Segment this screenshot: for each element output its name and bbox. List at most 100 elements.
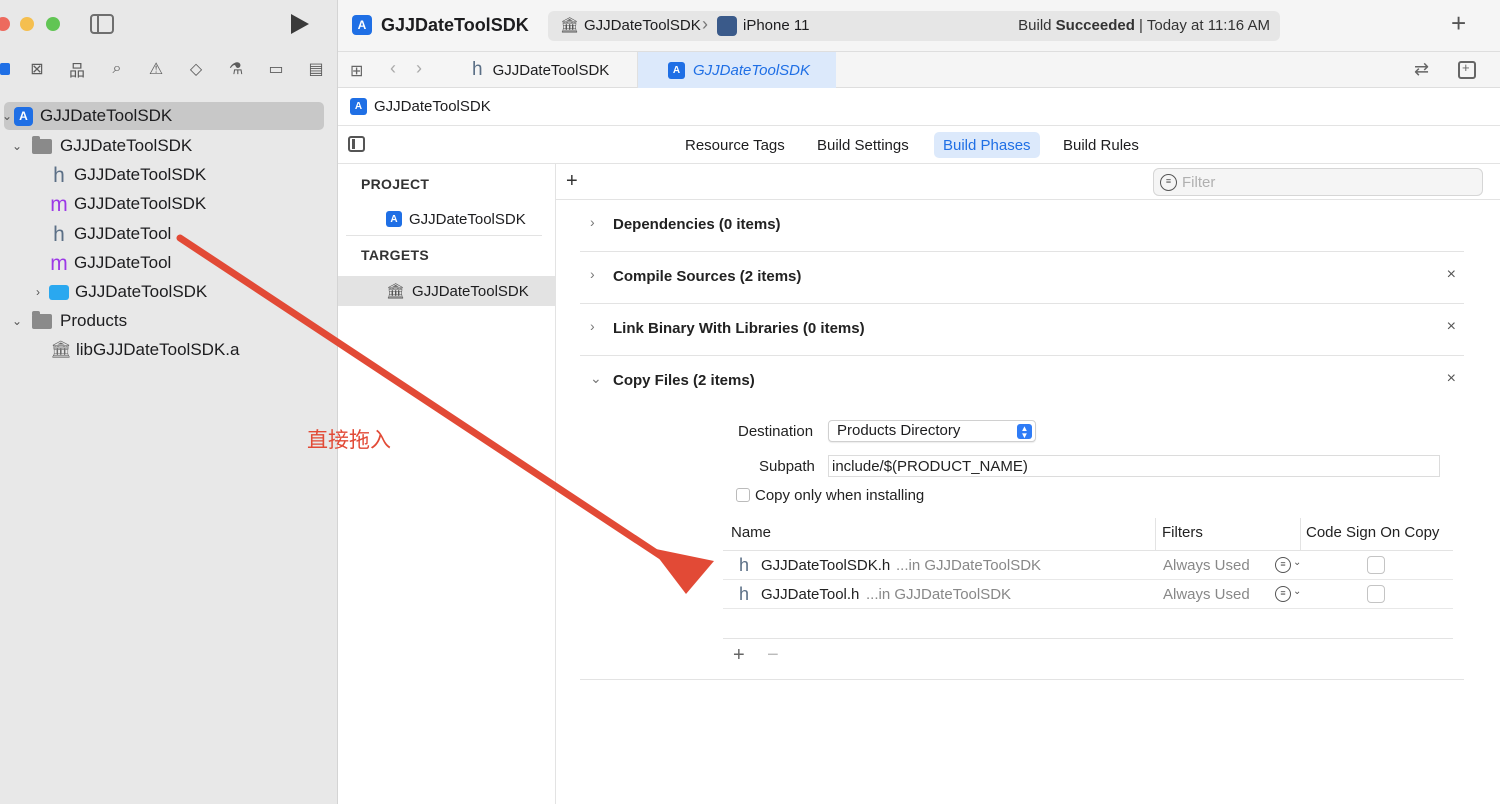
destination-value: Products Directory [837,422,961,439]
close-icon[interactable]: × [1447,266,1456,284]
close-icon[interactable]: × [1447,370,1456,388]
column-separator [1155,518,1156,550]
tree-item-file[interactable]: m GJJDateTool [50,249,171,277]
source-control-icon[interactable]: ⊠ [26,58,48,80]
tab-build-rules[interactable]: Build Rules [1054,132,1148,158]
window-toolbar: A GJJDateToolSDK 🏛 GJJDateToolSDK › iPho… [338,0,1500,52]
table-row[interactable]: h GJJDateToolSDK.h ...in GJJDateToolSDK … [723,551,1453,580]
tab-project[interactable]: A GJJDateToolSDK [638,52,836,88]
build-status-result: Succeeded [1055,17,1135,34]
tree-item-group[interactable]: ⌄ GJJDateToolSDK [10,132,192,160]
remove-file-button[interactable]: − [767,644,779,667]
tree-item-label: GJJDateTool [74,253,172,272]
copy-only-when-installing-checkbox[interactable] [736,488,750,502]
phases-toolbar: + ≡ [556,164,1500,200]
chevron-right-icon: › [702,14,708,34]
phase-link-binary[interactable]: › Link Binary With Libraries (0 items) × [580,304,1464,356]
file-filters: Always Used [1163,586,1250,603]
app-project-icon: A [352,15,372,35]
implementation-file-icon: m [50,192,68,216]
chevron-down-icon[interactable]: ⌄ [0,109,14,123]
minimize-window-button[interactable] [20,17,34,31]
tree-item-label: GJJDateToolSDK [74,165,207,184]
filter-menu-icon[interactable]: ≡ [1275,557,1291,573]
tree-item-file[interactable]: h GJJDateToolSDK [50,161,206,189]
simulator-icon [717,16,737,36]
phase-compile-sources[interactable]: › Compile Sources (2 items) × [580,252,1464,304]
hide-targets-panel-icon[interactable] [348,136,365,152]
add-file-button[interactable]: + [733,644,745,667]
chevron-down-icon[interactable]: ⌄ [10,314,24,328]
zoom-window-button[interactable] [46,17,60,31]
folder-navigator-icon[interactable] [0,58,16,80]
add-build-phase-button[interactable]: + [566,170,578,193]
column-header-name[interactable]: Name [731,524,771,541]
chevron-right-icon[interactable]: › [590,266,595,282]
chevron-right-icon[interactable]: › [31,285,45,299]
tab-header-file[interactable]: h GJJDateToolSDK [458,52,638,88]
code-sign-checkbox[interactable] [1367,585,1385,603]
jump-bar: A GJJDateToolSDK [338,88,1500,126]
app-project-icon: A [668,61,685,79]
filter-field[interactable]: ≡ [1153,168,1483,196]
column-header-filters[interactable]: Filters [1162,524,1203,541]
project-item[interactable]: A GJJDateToolSDK [338,204,555,234]
chevron-right-icon[interactable]: › [590,318,595,334]
jump-bar-item[interactable]: GJJDateToolSDK [374,98,491,115]
filter-icon: ≡ [1160,174,1177,191]
target-item[interactable]: 🏛 GJJDateToolSDK [338,276,555,306]
target-item-label: GJJDateToolSDK [412,282,529,300]
chevron-right-icon[interactable]: › [590,214,595,230]
tree-item-group[interactable]: ⌄ Products [10,307,127,335]
tab-build-phases[interactable]: Build Phases [934,132,1040,158]
scheme-selector[interactable]: GJJDateToolSDK [584,17,701,34]
add-editor-icon[interactable] [1458,60,1476,79]
sidebar-toggle-icon[interactable] [90,14,114,34]
tab-build-settings[interactable]: Build Settings [808,132,918,158]
test-navigator-icon[interactable]: ◇ [185,58,207,80]
targets-section-header: TARGETS [361,247,429,263]
destination-select[interactable]: Products Directory ▲ ▼ [828,420,1036,442]
warning-icon[interactable]: ⚠ [145,58,167,80]
project-settings-tabs: Resource Tags Build Settings Build Phase… [338,126,1500,164]
symbol-navigator-icon[interactable]: 品 [66,58,88,80]
file-location: ...in GJJDateToolSDK [866,586,1012,603]
phase-copy-files[interactable]: ⌄ Copy Files (2 items) × [580,356,1464,408]
add-library-button[interactable]: + [1451,10,1466,36]
build-status-time: | Today at 11:16 AM [1134,17,1270,34]
library-icon: 🏛 [560,17,580,34]
search-icon[interactable]: ⌕ [106,58,128,80]
back-button[interactable]: ‹ [390,58,396,79]
tree-item-file[interactable]: m GJJDateToolSDK [50,190,206,218]
tree-item-file[interactable]: h GJJDateTool [50,220,171,248]
phase-dependencies[interactable]: › Dependencies (0 items) [580,200,1464,252]
run-button[interactable] [291,14,309,34]
debug-navigator-icon[interactable]: ⚗ [225,58,247,80]
swap-editor-icon[interactable]: ⇄ [1414,59,1429,80]
code-sign-checkbox[interactable] [1367,556,1385,574]
column-header-code-sign[interactable]: Code Sign On Copy [1306,524,1439,541]
popup-arrows-icon: ▲ ▼ [1017,424,1032,440]
build-status-prefix: Build [1018,17,1056,34]
device-selector[interactable]: iPhone 11 [743,17,809,34]
divider [346,235,542,236]
subpath-input[interactable] [828,455,1440,477]
filter-input[interactable] [1182,173,1472,192]
tree-item-project[interactable]: ⌄ A GJJDateToolSDK [2,102,324,130]
chevron-down-icon[interactable]: ⌄ [590,370,602,387]
tree-item-label: GJJDateTool [74,224,172,243]
close-window-button[interactable] [0,17,10,31]
editor-area: A GJJDateToolSDK 🏛 GJJDateToolSDK › iPho… [338,0,1500,804]
file-name: GJJDateToolSDK.h [761,557,891,574]
chevron-down-icon[interactable]: ⌄ [10,139,24,153]
table-row[interactable]: h GJJDateTool.h ...in GJJDateToolSDK Alw… [723,580,1453,609]
filter-menu-icon[interactable]: ≡ [1275,586,1291,602]
breakpoint-navigator-icon[interactable]: ▭ [265,58,287,80]
report-navigator-icon[interactable]: ▤ [305,58,327,80]
forward-button[interactable]: › [416,58,422,79]
tree-item-file[interactable]: 🏛 libGJJDateToolSDK.a [50,336,239,364]
tree-item-target[interactable]: › GJJDateToolSDK [31,278,207,306]
close-icon[interactable]: × [1447,318,1456,336]
tab-resource-tags[interactable]: Resource Tags [676,132,794,158]
related-items-icon[interactable]: ⊞ [350,61,368,80]
